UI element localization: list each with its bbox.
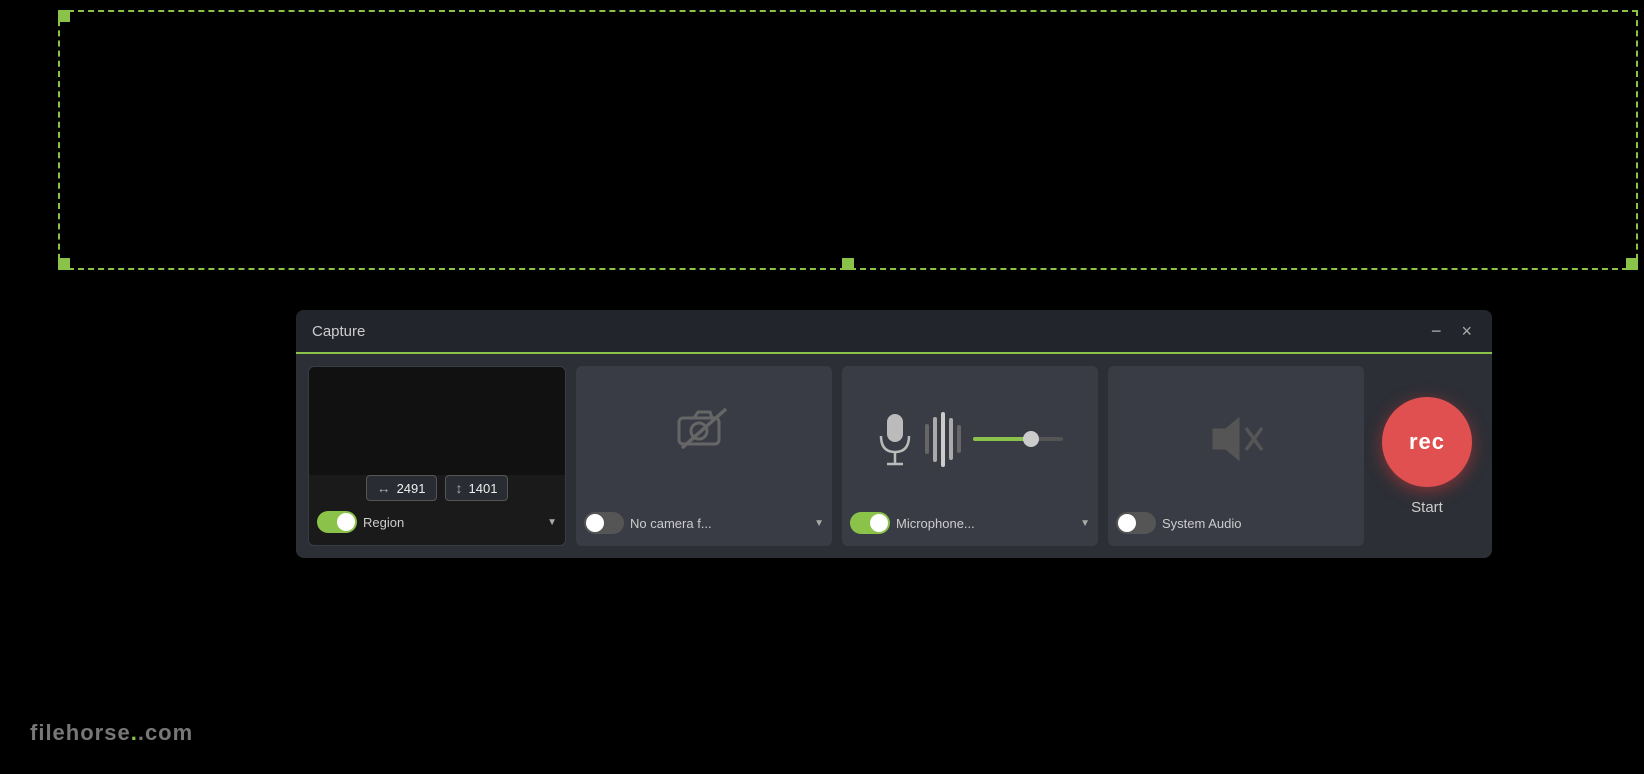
speaker-muted-icon [1206, 414, 1266, 464]
mic-volume-thumb[interactable] [1023, 431, 1039, 447]
selection-region [58, 10, 1638, 270]
camera-toggle-knob [586, 514, 604, 532]
sys-audio-toggle[interactable] [1116, 512, 1156, 534]
mic-toggle[interactable] [850, 512, 890, 534]
rec-section: rec Start [1374, 366, 1480, 546]
minimize-button[interactable]: − [1427, 320, 1446, 342]
mic-toggle-knob [870, 514, 888, 532]
height-value[interactable]: 1401 [469, 481, 498, 496]
rec-button[interactable]: rec [1382, 397, 1472, 487]
handle-top-left[interactable] [58, 10, 70, 22]
region-toggle-knob [337, 513, 355, 531]
mic-label: Microphone... [896, 516, 1074, 531]
width-box: ↔ 2491 [366, 475, 437, 501]
capture-dialog: Capture − × ↔ 2491 ↕ 1401 [296, 310, 1492, 558]
camera-panel: No camera f... ▼ [576, 366, 832, 546]
region-dimensions: ↔ 2491 ↕ 1401 [309, 475, 565, 501]
mic-level-bars [925, 412, 961, 467]
region-label: Region [363, 515, 541, 530]
mic-volume-track[interactable] [973, 437, 1063, 441]
camera-toggle-row: No camera f... ▼ [576, 512, 832, 534]
width-arrow-icon: ↔ [377, 480, 391, 496]
sys-audio-toggle-knob [1118, 514, 1136, 532]
region-preview [309, 367, 565, 475]
width-value[interactable]: 2491 [397, 481, 426, 496]
region-toggle-row: Region ▼ [309, 511, 565, 533]
mic-toggle-row: Microphone... ▼ [842, 512, 1098, 534]
camera-icon-area [674, 366, 734, 492]
close-button[interactable]: × [1457, 320, 1476, 342]
sys-audio-toggle-row: System Audio [1108, 512, 1364, 534]
handle-bottom-right[interactable] [1626, 258, 1638, 270]
watermark-text: filehorse [30, 720, 131, 745]
region-toggle[interactable] [317, 511, 357, 533]
dialog-titlebar: Capture − × [296, 310, 1492, 354]
dialog-body: ↔ 2491 ↕ 1401 Region ▼ [296, 354, 1492, 558]
camera-label: No camera f... [630, 516, 808, 531]
sys-audio-icon-area [1206, 366, 1266, 512]
dialog-title: Capture [312, 323, 365, 340]
region-panel: ↔ 2491 ↕ 1401 Region ▼ [308, 366, 566, 546]
region-dropdown-icon[interactable]: ▼ [547, 517, 557, 528]
start-label: Start [1411, 499, 1443, 516]
watermark-domain: .com [138, 720, 193, 745]
microphone-icon [877, 412, 913, 467]
system-audio-panel: System Audio [1108, 366, 1364, 546]
dialog-controls: − × [1427, 320, 1476, 342]
height-arrow-icon: ↕ [456, 480, 463, 496]
no-camera-icon [674, 404, 734, 454]
camera-dropdown-icon[interactable]: ▼ [814, 518, 824, 529]
mic-slider-area [973, 437, 1063, 441]
height-box: ↕ 1401 [445, 475, 509, 501]
handle-bottom-mid[interactable] [842, 258, 854, 270]
microphone-panel: Microphone... ▼ [842, 366, 1098, 546]
mic-icon-area [842, 366, 1098, 512]
sys-audio-label: System Audio [1162, 516, 1356, 531]
handle-bottom-left[interactable] [58, 258, 70, 270]
mic-dropdown-icon[interactable]: ▼ [1080, 518, 1090, 529]
camera-toggle[interactable] [584, 512, 624, 534]
watermark: filehorse..com [30, 720, 193, 746]
